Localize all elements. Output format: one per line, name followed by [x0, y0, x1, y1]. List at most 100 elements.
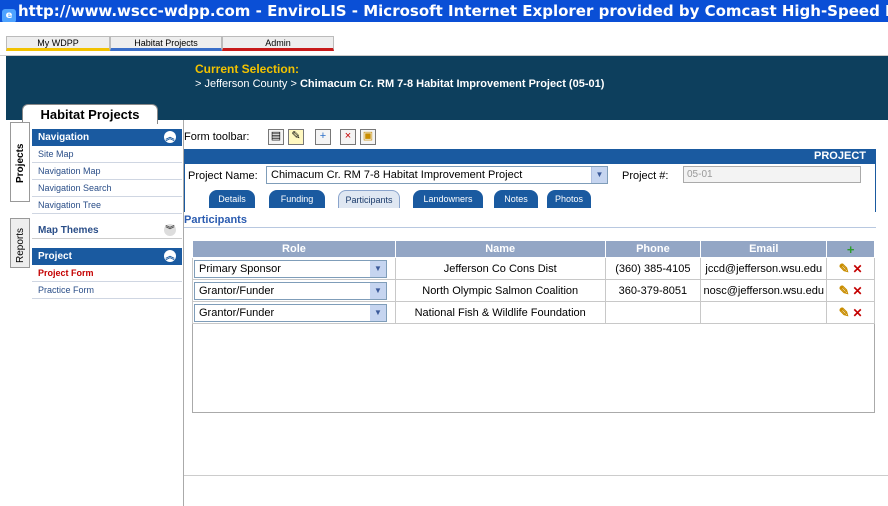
role-select[interactable]: Primary Sponsor ▼	[194, 259, 387, 278]
phone-cell: (360) 385-4105	[604, 257, 702, 280]
navigation-header[interactable]: Navigation ︽	[32, 129, 182, 146]
participants-table: Role Name Phone Email + Primary Sponsor ▼…	[192, 240, 875, 324]
main-content: Form toolbar: ▤ ✎ + × ▣ PROJECT Project …	[184, 120, 888, 506]
project-panel: Project ︽ Project Form Practice Form	[32, 248, 182, 299]
role-cell: Primary Sponsor ▼	[192, 257, 396, 280]
new-document-icon[interactable]: ▤	[268, 129, 284, 145]
expand-icon[interactable]: ︾	[164, 224, 176, 236]
actions-cell: ✎ ✕	[826, 301, 875, 324]
navigation-header-label: Navigation	[38, 132, 90, 143]
column-header-phone: Phone	[604, 240, 702, 258]
form-toolbar-label: Form toolbar:	[184, 131, 250, 143]
chevron-down-icon[interactable]: ▼	[370, 282, 386, 299]
delete-x-icon[interactable]: ✕	[853, 284, 863, 298]
tab-landowners[interactable]: Landowners	[413, 190, 483, 208]
role-cell: Grantor/Funder ▼	[192, 301, 396, 324]
table-header-row: Role Name Phone Email +	[192, 240, 875, 258]
project-header-label: Project	[38, 251, 72, 262]
table-row: Grantor/Funder ▼ North Olympic Salmon Coa…	[192, 279, 875, 302]
vtab-reports[interactable]: Reports	[10, 218, 30, 268]
sidebar-title: Habitat Projects	[22, 104, 158, 124]
nav-item-practice-form[interactable]: Practice Form	[32, 282, 182, 299]
chevron-down-icon[interactable]: ▼	[591, 167, 607, 183]
breadcrumb: > Jefferson County > Chimacum Cr. RM 7-8…	[195, 78, 604, 90]
role-value: Grantor/Funder	[199, 306, 275, 319]
role-select[interactable]: Grantor/Funder ▼	[194, 303, 387, 322]
tab-notes[interactable]: Notes	[494, 190, 538, 208]
nav-item-navigation-tree[interactable]: Navigation Tree	[32, 197, 182, 214]
tab-photos[interactable]: Photos	[547, 190, 591, 208]
form-toolbar: Form toolbar: ▤ ✎ + × ▣	[184, 129, 376, 149]
tab-funding[interactable]: Funding	[269, 190, 325, 208]
vtab-projects-label: Projects	[15, 143, 26, 183]
add-participant-icon[interactable]: +	[847, 242, 855, 257]
breadcrumb-prefix[interactable]: > Jefferson County >	[195, 78, 300, 90]
phone-cell	[604, 301, 702, 324]
column-header-role: Role	[192, 240, 396, 258]
edit-pencil-icon[interactable]: ✎	[839, 305, 850, 320]
delete-icon[interactable]: ×	[340, 129, 356, 145]
collapse-icon[interactable]: ︽	[164, 131, 176, 143]
table-row: Primary Sponsor ▼ Jefferson Co Cons Dist …	[192, 257, 875, 280]
email-cell: jccd@jefferson.wsu.edu	[700, 257, 828, 280]
vtab-reports-label: Reports	[15, 227, 26, 263]
email-cell: nosc@jefferson.wsu.edu	[700, 279, 828, 302]
role-value: Grantor/Funder	[199, 284, 275, 297]
map-themes-header-label: Map Themes	[38, 225, 99, 236]
current-selection-label: Current Selection:	[195, 62, 300, 76]
table-row: Grantor/Funder ▼ National Fish & Wildlife…	[192, 301, 875, 324]
nav-item-navigation-map[interactable]: Navigation Map	[32, 163, 182, 180]
nav-item-site-map[interactable]: Site Map	[32, 146, 182, 163]
map-themes-header[interactable]: Map Themes ︾	[32, 222, 182, 239]
delete-x-icon[interactable]: ✕	[853, 262, 863, 276]
tab-my-wdpp[interactable]: My WDPP	[6, 36, 110, 51]
project-header[interactable]: Project ︽	[32, 248, 182, 265]
edit-pencil-icon[interactable]: ✎	[839, 283, 850, 298]
window-title: http://www.wscc-wdpp.com - EnviroLIS - M…	[18, 2, 888, 20]
name-cell: North Olympic Salmon Coalition	[394, 279, 606, 302]
form-tabs: Details Funding Participants Landowners …	[184, 186, 876, 212]
participants-label: Participants	[184, 214, 876, 228]
project-name-label: Project Name:	[188, 170, 258, 182]
participants-section: Participants	[184, 214, 876, 228]
divider	[184, 475, 888, 476]
map-themes-panel: Map Themes ︾	[32, 222, 182, 239]
project-number-field[interactable]: 05-01	[683, 166, 861, 183]
email-cell	[700, 301, 828, 324]
add-icon[interactable]: +	[315, 129, 331, 145]
role-select[interactable]: Grantor/Funder ▼	[194, 281, 387, 300]
project-name-select[interactable]: Chimacum Cr. RM 7-8 Habitat Improvement …	[266, 166, 608, 184]
actions-cell: ✎ ✕	[826, 279, 875, 302]
column-header-name: Name	[394, 240, 606, 258]
role-value: Primary Sponsor	[199, 262, 281, 275]
breadcrumb-current: Chimacum Cr. RM 7-8 Habitat Improvement …	[299, 78, 605, 90]
tab-habitat-projects[interactable]: Habitat Projects	[110, 36, 222, 51]
phone-cell: 360-379-8051	[604, 279, 702, 302]
column-header-actions: +	[826, 240, 875, 258]
nav-item-navigation-search[interactable]: Navigation Search	[32, 180, 182, 197]
edit-pencil-icon[interactable]: ✎	[839, 261, 850, 276]
navigation-panel: Navigation ︽ Site Map Navigation Map Nav…	[32, 129, 182, 214]
name-cell: Jefferson Co Cons Dist	[394, 257, 606, 280]
collapse-icon[interactable]: ︽	[164, 250, 176, 262]
role-cell: Grantor/Funder ▼	[192, 279, 396, 302]
edit-icon[interactable]: ✎	[288, 129, 304, 145]
delete-x-icon[interactable]: ✕	[853, 306, 863, 320]
chevron-down-icon[interactable]: ▼	[370, 304, 386, 321]
column-header-email: Email	[700, 240, 828, 258]
vtab-projects[interactable]: Projects	[10, 122, 30, 202]
tab-details[interactable]: Details	[209, 190, 255, 208]
top-navigation: My WDPP Habitat Projects Admin	[0, 22, 888, 56]
section-title: PROJECT	[184, 149, 876, 164]
tab-admin[interactable]: Admin	[222, 36, 334, 51]
nav-item-project-form[interactable]: Project Form	[32, 265, 182, 282]
save-icon[interactable]: ▣	[360, 129, 376, 145]
browser-title-bar: e http://www.wscc-wdpp.com - EnviroLIS - …	[0, 0, 888, 22]
project-name-value: Chimacum Cr. RM 7-8 Habitat Improvement …	[271, 169, 523, 181]
chevron-down-icon[interactable]: ▼	[370, 260, 386, 277]
project-row: Project Name: Chimacum Cr. RM 7-8 Habita…	[184, 164, 876, 186]
ie-logo-icon: e	[2, 9, 16, 22]
project-number-label: Project #:	[622, 170, 669, 182]
tab-participants[interactable]: Participants	[338, 190, 400, 208]
actions-cell: ✎ ✕	[826, 257, 875, 280]
